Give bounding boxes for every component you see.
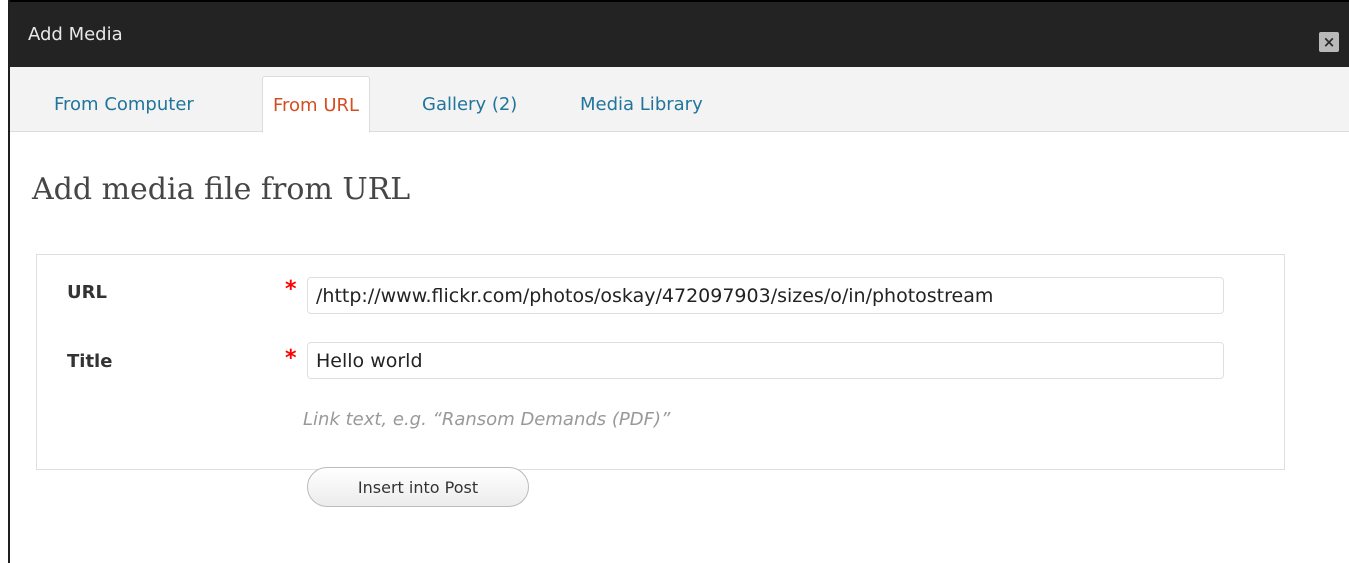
url-required-mark: * <box>285 277 297 302</box>
tab-from-computer[interactable]: From Computer <box>44 76 204 133</box>
add-media-dialog: Add Media × From Computer From URL Galle… <box>8 0 1349 563</box>
dialog-title: Add Media <box>28 24 123 45</box>
dialog-titlebar: Add Media × <box>10 0 1349 67</box>
tab-from-url[interactable]: From URL <box>262 76 371 133</box>
insert-into-post-button[interactable]: Insert into Post <box>307 467 529 507</box>
title-label: Title <box>67 351 113 372</box>
close-icon[interactable]: × <box>1319 32 1339 52</box>
dialog-content: Add media file from URL URL * Title * Li… <box>10 132 1349 562</box>
title-input[interactable] <box>307 342 1224 379</box>
url-label: URL <box>67 282 107 303</box>
tab-media-library[interactable]: Media Library <box>570 76 713 133</box>
page-title: Add media file from URL <box>32 172 411 207</box>
tab-gallery[interactable]: Gallery (2) <box>412 76 527 133</box>
link-text-hint: Link text, e.g. “Ransom Demands (PDF)” <box>303 409 671 430</box>
url-input[interactable] <box>307 277 1224 314</box>
tab-bar: From Computer From URL Gallery (2) Media… <box>10 67 1349 133</box>
url-form: URL * Title * Link text, e.g. “Ransom De… <box>36 254 1285 507</box>
title-required-mark: * <box>285 346 297 371</box>
